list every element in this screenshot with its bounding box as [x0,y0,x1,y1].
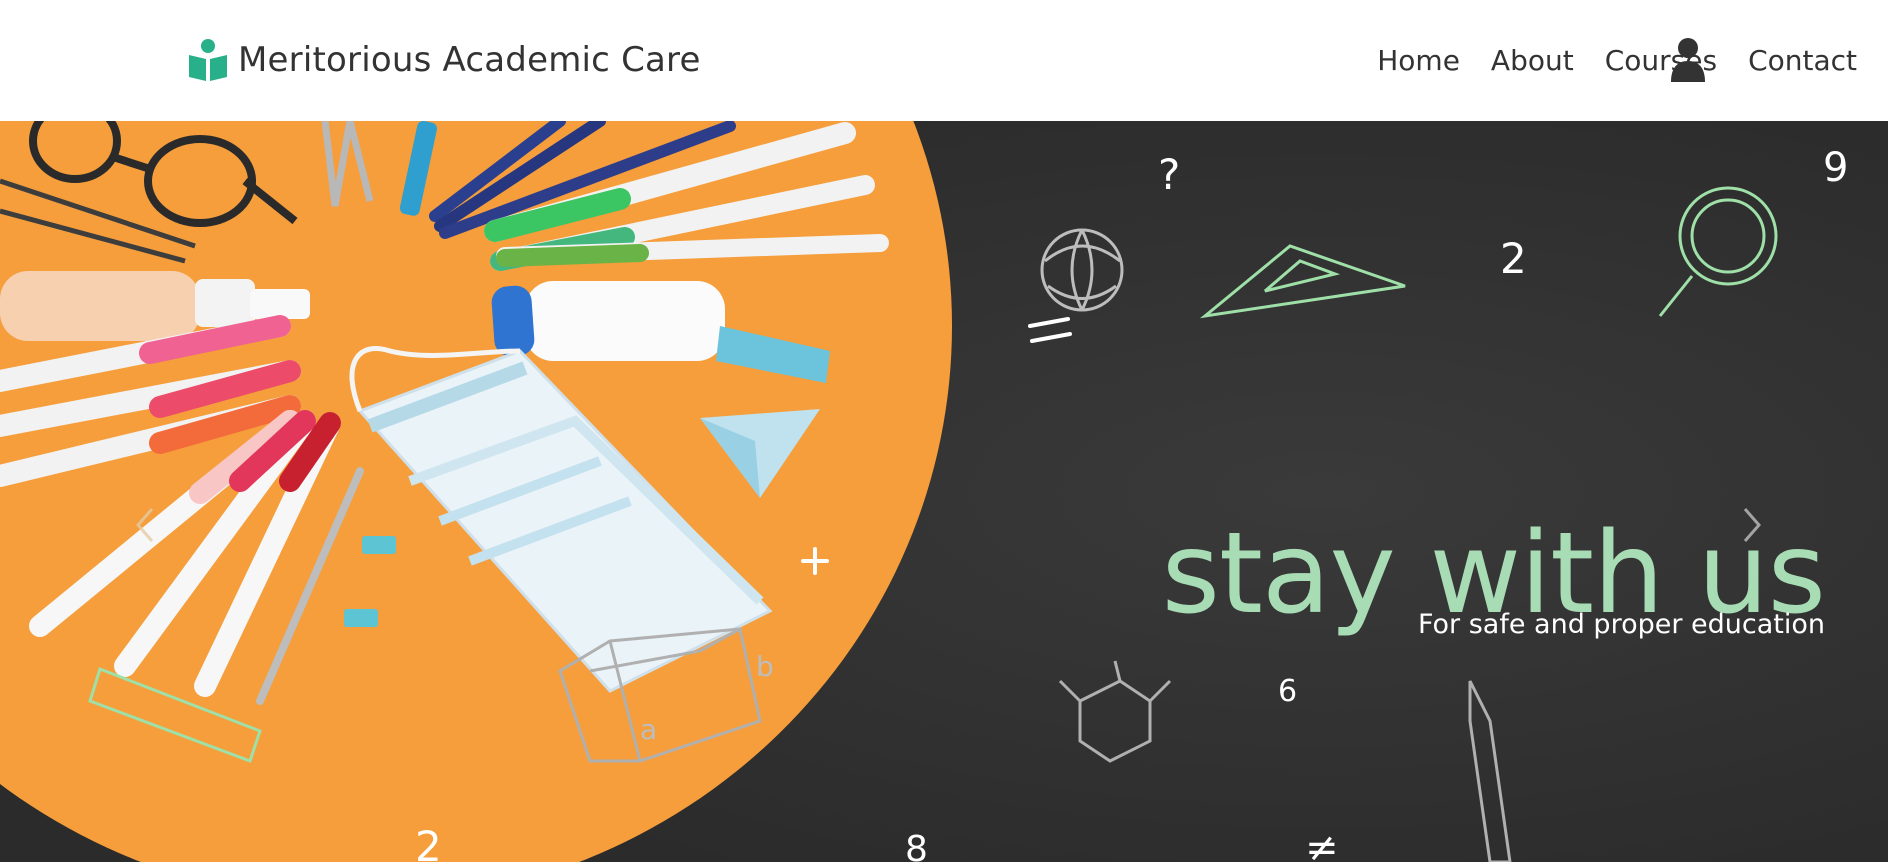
nav-contact[interactable]: Contact [1748,44,1857,77]
svg-text:6: 6 [1278,674,1297,709]
svg-text:2: 2 [1500,234,1527,283]
hero-illustration: ? 9 2 6 2 8 ≠ a b [0,121,1888,862]
hero-carousel: ? 9 2 6 2 8 ≠ a b stay with us For safe … [0,121,1888,862]
nav-about[interactable]: About [1491,44,1574,77]
nav-home[interactable]: Home [1377,44,1460,77]
brand-link[interactable]: Meritorious Academic Care [188,35,701,85]
svg-text:8: 8 [905,829,928,862]
svg-text:b: b [756,650,774,683]
book-reader-icon [189,39,227,81]
hero-subtitle: For safe and proper education [1417,609,1825,640]
navbar: Meritorious Academic Care Home About Cou… [0,0,1888,121]
svg-text:2: 2 [415,822,442,862]
svg-text:a: a [640,713,657,746]
chevron-left-icon[interactable] [124,497,164,553]
user-icon[interactable] [1668,37,1708,83]
svg-text:≠: ≠ [1305,825,1339,862]
svg-text:9: 9 [1823,145,1848,191]
svg-text:?: ? [1158,150,1180,199]
main-nav: Home About Courses Contact [1377,35,1888,85]
chevron-right-icon[interactable] [1733,497,1773,553]
brand-name: Meritorious Academic Care [238,40,701,80]
